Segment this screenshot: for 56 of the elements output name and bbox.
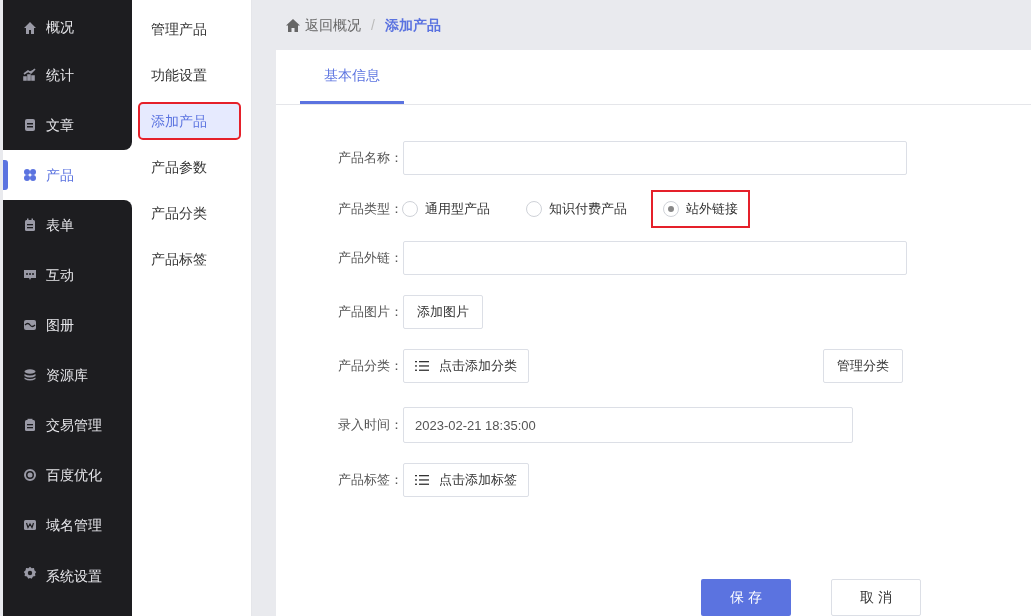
submenu-item[interactable]: 管理产品 [140,12,239,46]
sidebar-item[interactable]: 图册 [3,300,132,350]
submenu-item[interactable]: 添加产品 [140,104,239,138]
field-label: 录入时间： [337,416,403,435]
home-icon [286,18,300,32]
chart-icon [23,68,37,82]
list-icon [415,474,429,486]
w-letter-icon [23,518,37,532]
add-picker-button[interactable]: 点击添加标签 [403,463,529,497]
calendar-icon [23,218,37,232]
image-icon [23,318,37,332]
clipboard-icon [23,418,37,432]
settings-icon [23,566,37,580]
field-label: 产品名称： [337,149,403,168]
field-label: 产品标签： [337,471,403,490]
submenu-item[interactable]: 产品参数 [140,150,239,184]
field-label: 产品类型： [337,200,403,219]
tab[interactable]: 基本信息 [300,50,404,104]
manage-button[interactable]: 管理分类 [823,349,903,383]
field-label: 产品外链： [337,249,403,268]
home-icon [23,20,37,35]
breadcrumb-separator: / [370,15,376,35]
submenu-item[interactable]: 产品分类 [140,196,239,230]
database-icon [23,368,37,382]
sidebar-item[interactable]: 资源库 [3,350,132,400]
sidebar-item[interactable]: 统计 [3,50,132,100]
field-label: 产品图片： [337,303,403,322]
ring-icon [23,468,37,482]
radio-option[interactable]: 知识付费产品 [516,192,637,226]
breadcrumb-current: 添加产品 [384,15,441,35]
sidebar-item[interactable]: 百度优化 [3,450,132,500]
grid-icon [23,168,37,182]
field-label: 产品分类： [337,357,403,376]
sidebar-item[interactable]: 表单 [3,200,132,250]
submenu-item[interactable]: 功能设置 [140,58,239,92]
document-icon [23,118,37,132]
add-image-button[interactable]: 添加图片 [403,295,483,329]
cancel-button[interactable]: 取 消 [831,579,921,616]
sidebar-item[interactable]: 系统设置 [3,550,132,616]
save-button[interactable]: 保 存 [701,579,791,616]
date-field[interactable]: 2023-02-21 18:35:00 [403,407,853,443]
radio-option[interactable]: 通用型产品 [402,192,500,226]
chat-icon [23,268,37,282]
sidebar-item[interactable]: 交易管理 [3,400,132,450]
input-field[interactable] [403,241,907,275]
list-icon [415,360,429,372]
back-link[interactable]: 返回概况 [286,14,361,36]
add-picker-button[interactable]: 点击添加分类 [403,349,529,383]
sidebar-item[interactable]: 互动 [3,250,132,300]
input-field[interactable] [403,141,907,175]
radio-option[interactable]: 站外链接 [653,192,748,226]
sidebar-item[interactable]: 概况 [3,0,132,50]
active-indicator [3,160,8,190]
submenu-item[interactable]: 产品标签 [140,242,239,276]
sidebar-item[interactable]: 文章 [3,100,132,150]
sidebar-item[interactable]: 域名管理 [3,500,132,550]
